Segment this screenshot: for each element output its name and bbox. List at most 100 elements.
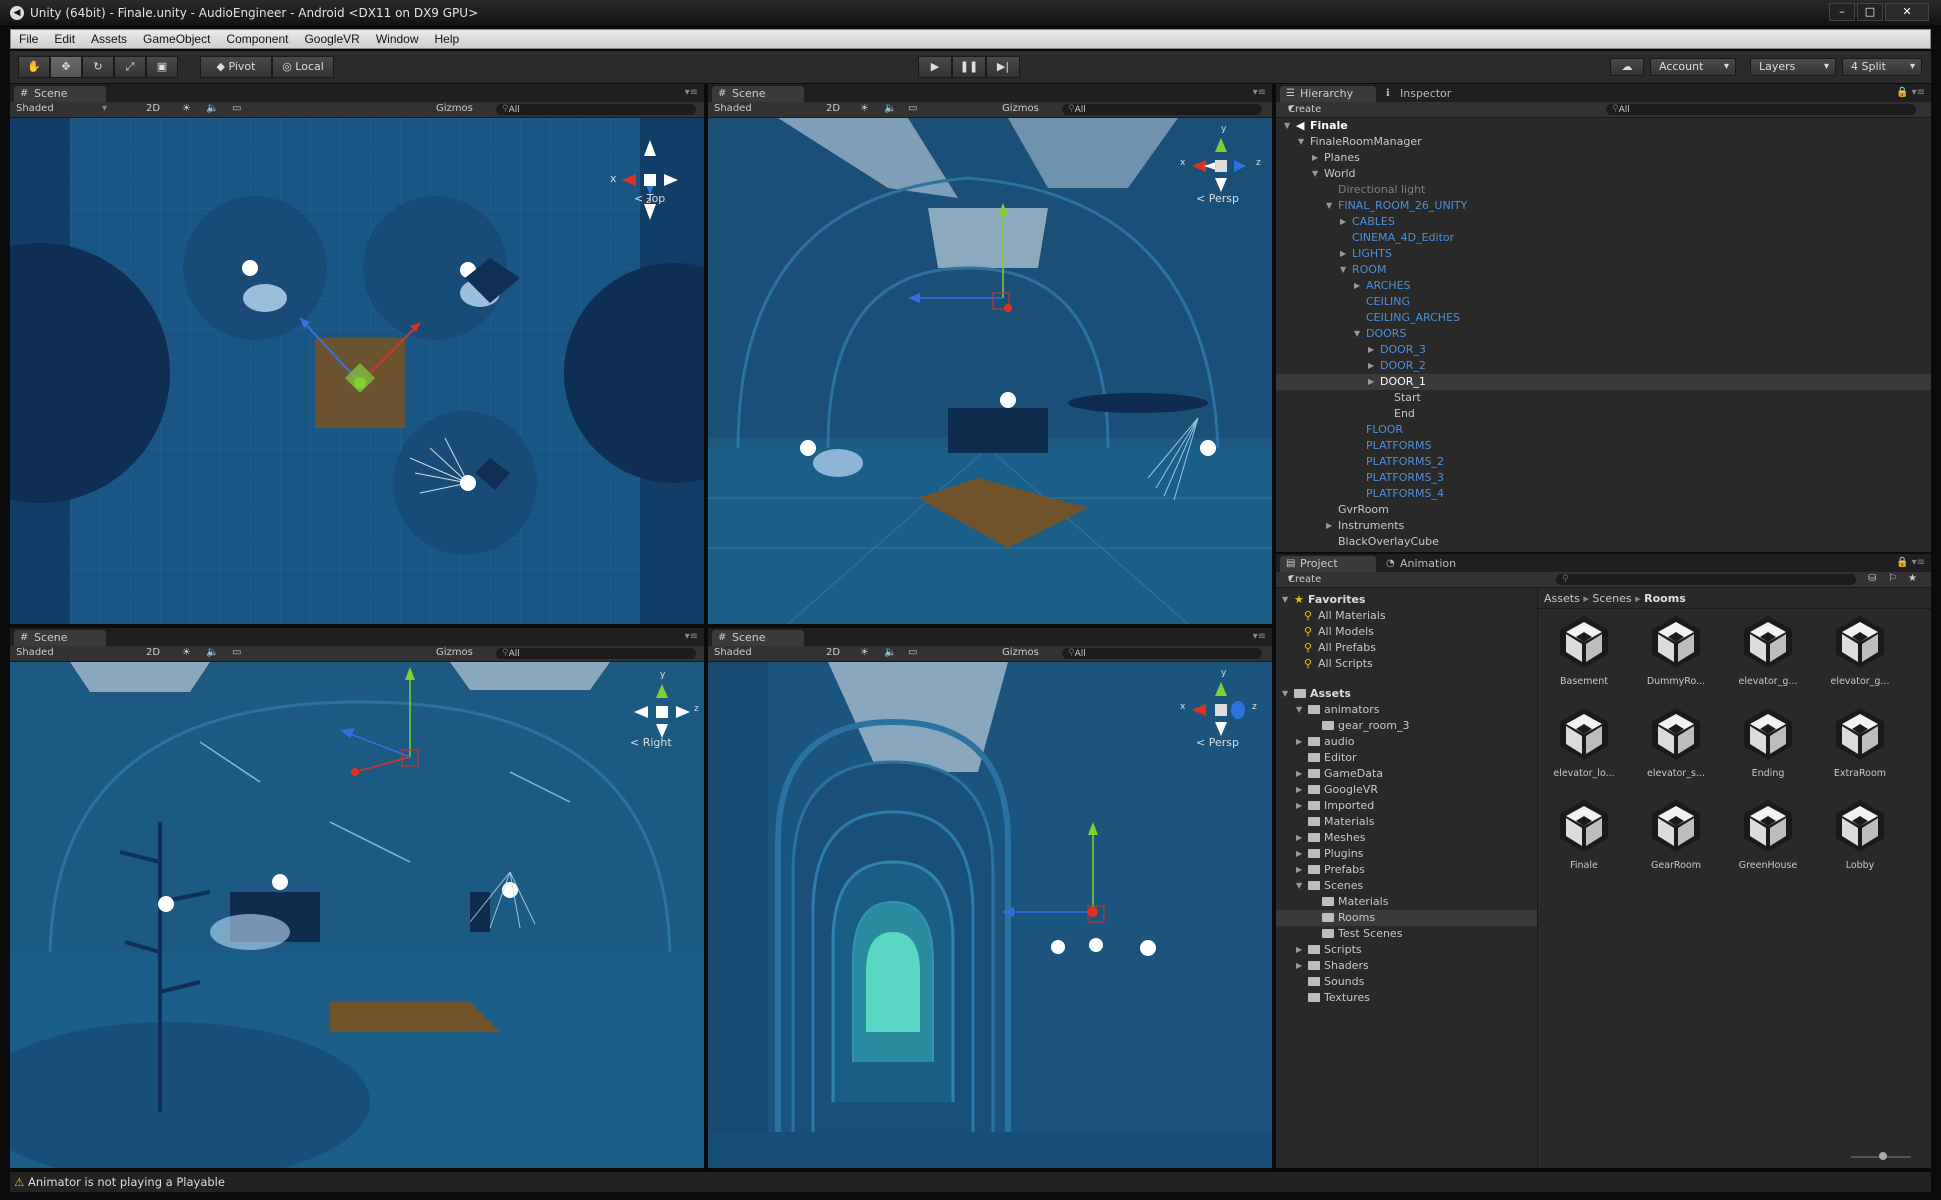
expand-arrow-right-icon[interactable]: ▶ xyxy=(1368,374,1374,390)
effects-toggle-icon[interactable]: ▭ xyxy=(232,647,241,658)
hierarchy-item[interactable]: FLOOR xyxy=(1276,422,1931,438)
asset-zoom-slider[interactable] xyxy=(1851,1152,1911,1160)
hierarchy-item[interactable]: BlackOverlayCube xyxy=(1276,534,1931,550)
pivot-toggle[interactable]: ◆ Pivot xyxy=(200,56,272,78)
scene-search-input[interactable]: ⚲ All xyxy=(1062,648,1262,659)
expand-arrow-right-icon[interactable]: ▶ xyxy=(1340,246,1346,262)
project-folder-item[interactable]: gear_room_3 xyxy=(1276,718,1537,734)
expand-arrow-down-icon[interactable]: ▼ xyxy=(1282,686,1288,702)
panel-menu-icon[interactable]: ▾≡ xyxy=(685,631,698,642)
project-folder-item[interactable]: ▶ Imported xyxy=(1276,798,1537,814)
lighting-toggle-icon[interactable]: ☀ xyxy=(182,647,191,658)
hierarchy-item[interactable]: Directional light xyxy=(1276,182,1931,198)
project-folder-item[interactable]: ▼ Assets xyxy=(1276,686,1537,702)
project-folder-item[interactable]: Materials xyxy=(1276,894,1537,910)
expand-arrow-right-icon[interactable]: ▶ xyxy=(1296,734,1302,750)
project-folder-item[interactable]: ▶ audio xyxy=(1276,734,1537,750)
favorite-star-icon[interactable]: ★ xyxy=(1908,573,1917,584)
hierarchy-item[interactable]: ▶ DOOR_3 xyxy=(1276,342,1931,358)
scene-asset-tile[interactable]: ExtraRoom xyxy=(1820,706,1900,786)
project-folder-item[interactable]: Test Scenes xyxy=(1276,926,1537,942)
project-folder-item[interactable]: ▶ Plugins xyxy=(1276,846,1537,862)
hierarchy-item[interactable]: ▼ DOORS xyxy=(1276,326,1931,342)
layout-dropdown[interactable]: 4 Split xyxy=(1842,58,1922,76)
hierarchy-item[interactable]: CINEMA_4D_Editor xyxy=(1276,230,1931,246)
scene-asset-tile[interactable]: GearRoom xyxy=(1636,798,1716,878)
lighting-toggle-icon[interactable]: ☀ xyxy=(860,647,869,658)
hierarchy-item[interactable]: ▼ World xyxy=(1276,166,1931,182)
expand-arrow-down-icon[interactable]: ▼ xyxy=(1296,878,1302,894)
expand-arrow-right-icon[interactable]: ▶ xyxy=(1296,830,1302,846)
scene-asset-tile[interactable]: Finale xyxy=(1544,798,1624,878)
hierarchy-item[interactable]: ▼ ROOM xyxy=(1276,262,1931,278)
scene-search-input[interactable]: ⚲ All xyxy=(1062,104,1262,115)
hierarchy-item[interactable]: GvrRoom xyxy=(1276,502,1931,518)
audio-toggle-icon[interactable]: 🔈 xyxy=(206,103,218,114)
menu-assets[interactable]: Assets xyxy=(83,32,135,46)
scene-asset-tile[interactable]: DummyRo... xyxy=(1636,614,1716,694)
hierarchy-item[interactable]: ▼ ◀ Finale xyxy=(1276,118,1931,134)
step-button[interactable]: ▶| xyxy=(986,56,1020,78)
expand-arrow-right-icon[interactable]: ▶ xyxy=(1296,958,1302,974)
shading-mode-dropdown[interactable]: Shaded xyxy=(16,103,54,114)
audio-toggle-icon[interactable]: 🔈 xyxy=(884,647,896,658)
status-bar[interactable]: ⚠ Animator is not playing a Playable xyxy=(10,1172,1931,1192)
hierarchy-item[interactable]: ▶ LIGHTS xyxy=(1276,246,1931,262)
play-button[interactable]: ▶ xyxy=(918,56,952,78)
panel-menu-icon[interactable]: 🔒 ▾≡ xyxy=(1896,87,1925,98)
shading-mode-dropdown[interactable]: Shaded xyxy=(714,103,752,114)
filter-by-type-icon[interactable]: ⛁ xyxy=(1868,573,1876,584)
hierarchy-item[interactable]: ▼ FinaleRoomManager xyxy=(1276,134,1931,150)
project-tab[interactable]: ▤ Project xyxy=(1280,556,1376,572)
hierarchy-search-input[interactable]: ⚲ All xyxy=(1606,104,1916,115)
project-folder-item[interactable]: ▶ Scripts xyxy=(1276,942,1537,958)
scene-asset-tile[interactable]: Lobby xyxy=(1820,798,1900,878)
expand-arrow-down-icon[interactable]: ▼ xyxy=(1354,326,1360,342)
camera-mode-label[interactable]: < Persp xyxy=(1196,192,1239,205)
menu-help[interactable]: Help xyxy=(427,32,468,46)
camera-mode-label[interactable]: < Persp xyxy=(1196,736,1239,749)
hierarchy-item[interactable]: PLATFORMS_2 xyxy=(1276,454,1931,470)
expand-arrow-right-icon[interactable]: ▶ xyxy=(1312,150,1318,166)
expand-arrow-right-icon[interactable]: ▶ xyxy=(1326,518,1332,534)
rect-tool-button[interactable]: ▣ xyxy=(146,56,178,78)
scene-asset-tile[interactable]: elevator_g... xyxy=(1728,614,1808,694)
scene-viewport[interactable]: x z < Top xyxy=(10,118,704,624)
menu-gameobject[interactable]: GameObject xyxy=(135,32,218,46)
scene-search-input[interactable]: ⚲ All xyxy=(496,648,696,659)
mode-2d-toggle[interactable]: 2D xyxy=(826,647,840,658)
project-search-input[interactable]: ⚲ xyxy=(1556,574,1856,585)
audio-toggle-icon[interactable]: 🔈 xyxy=(884,103,896,114)
expand-arrow-right-icon[interactable]: ▶ xyxy=(1368,342,1374,358)
gizmos-dropdown[interactable]: Gizmos xyxy=(1002,103,1039,114)
project-folder-item[interactable]: Materials xyxy=(1276,814,1537,830)
lighting-toggle-icon[interactable]: ☀ xyxy=(860,103,869,114)
view-gizmo-top[interactable]: x z xyxy=(610,140,690,220)
move-tool-button[interactable]: ✥ xyxy=(50,56,82,78)
expand-arrow-down-icon[interactable]: ▼ xyxy=(1312,166,1318,182)
expand-arrow-right-icon[interactable]: ▶ xyxy=(1296,766,1302,782)
project-folder-item[interactable]: ▶ GoogleVR xyxy=(1276,782,1537,798)
scene-tab[interactable]: # Scene xyxy=(14,630,106,646)
rotate-tool-button[interactable]: ↻ xyxy=(82,56,114,78)
expand-arrow-right-icon[interactable]: ▶ xyxy=(1354,278,1360,294)
project-folder-item[interactable]: Textures xyxy=(1276,990,1537,1006)
menu-window[interactable]: Window xyxy=(368,32,427,46)
maximize-button[interactable]: □ xyxy=(1857,3,1883,21)
hierarchy-tab[interactable]: ☰ Hierarchy xyxy=(1280,86,1376,102)
favorite-search-item[interactable]: ⚲ All Prefabs xyxy=(1276,640,1537,656)
scene-asset-tile[interactable]: elevator_s... xyxy=(1636,706,1716,786)
scene-asset-tile[interactable]: elevator_g... xyxy=(1820,614,1900,694)
hierarchy-create-dropdown[interactable]: Create ▾ xyxy=(1288,103,1321,115)
project-folder-item[interactable]: ▶ Shaders xyxy=(1276,958,1537,974)
gizmos-dropdown[interactable]: Gizmos xyxy=(436,647,473,658)
project-folder-item[interactable]: ▼ Scenes xyxy=(1276,878,1537,894)
expand-arrow-right-icon[interactable]: ▶ xyxy=(1340,214,1346,230)
hierarchy-item[interactable]: End xyxy=(1276,406,1931,422)
panel-menu-icon[interactable]: ▾≡ xyxy=(685,87,698,98)
hierarchy-item[interactable]: CEILING xyxy=(1276,294,1931,310)
scene-asset-tile[interactable]: GreenHouse xyxy=(1728,798,1808,878)
expand-arrow-down-icon[interactable]: ▼ xyxy=(1296,702,1302,718)
panel-menu-icon[interactable]: 🔒 ▾≡ xyxy=(1896,557,1925,568)
audio-toggle-icon[interactable]: 🔈 xyxy=(206,647,218,658)
